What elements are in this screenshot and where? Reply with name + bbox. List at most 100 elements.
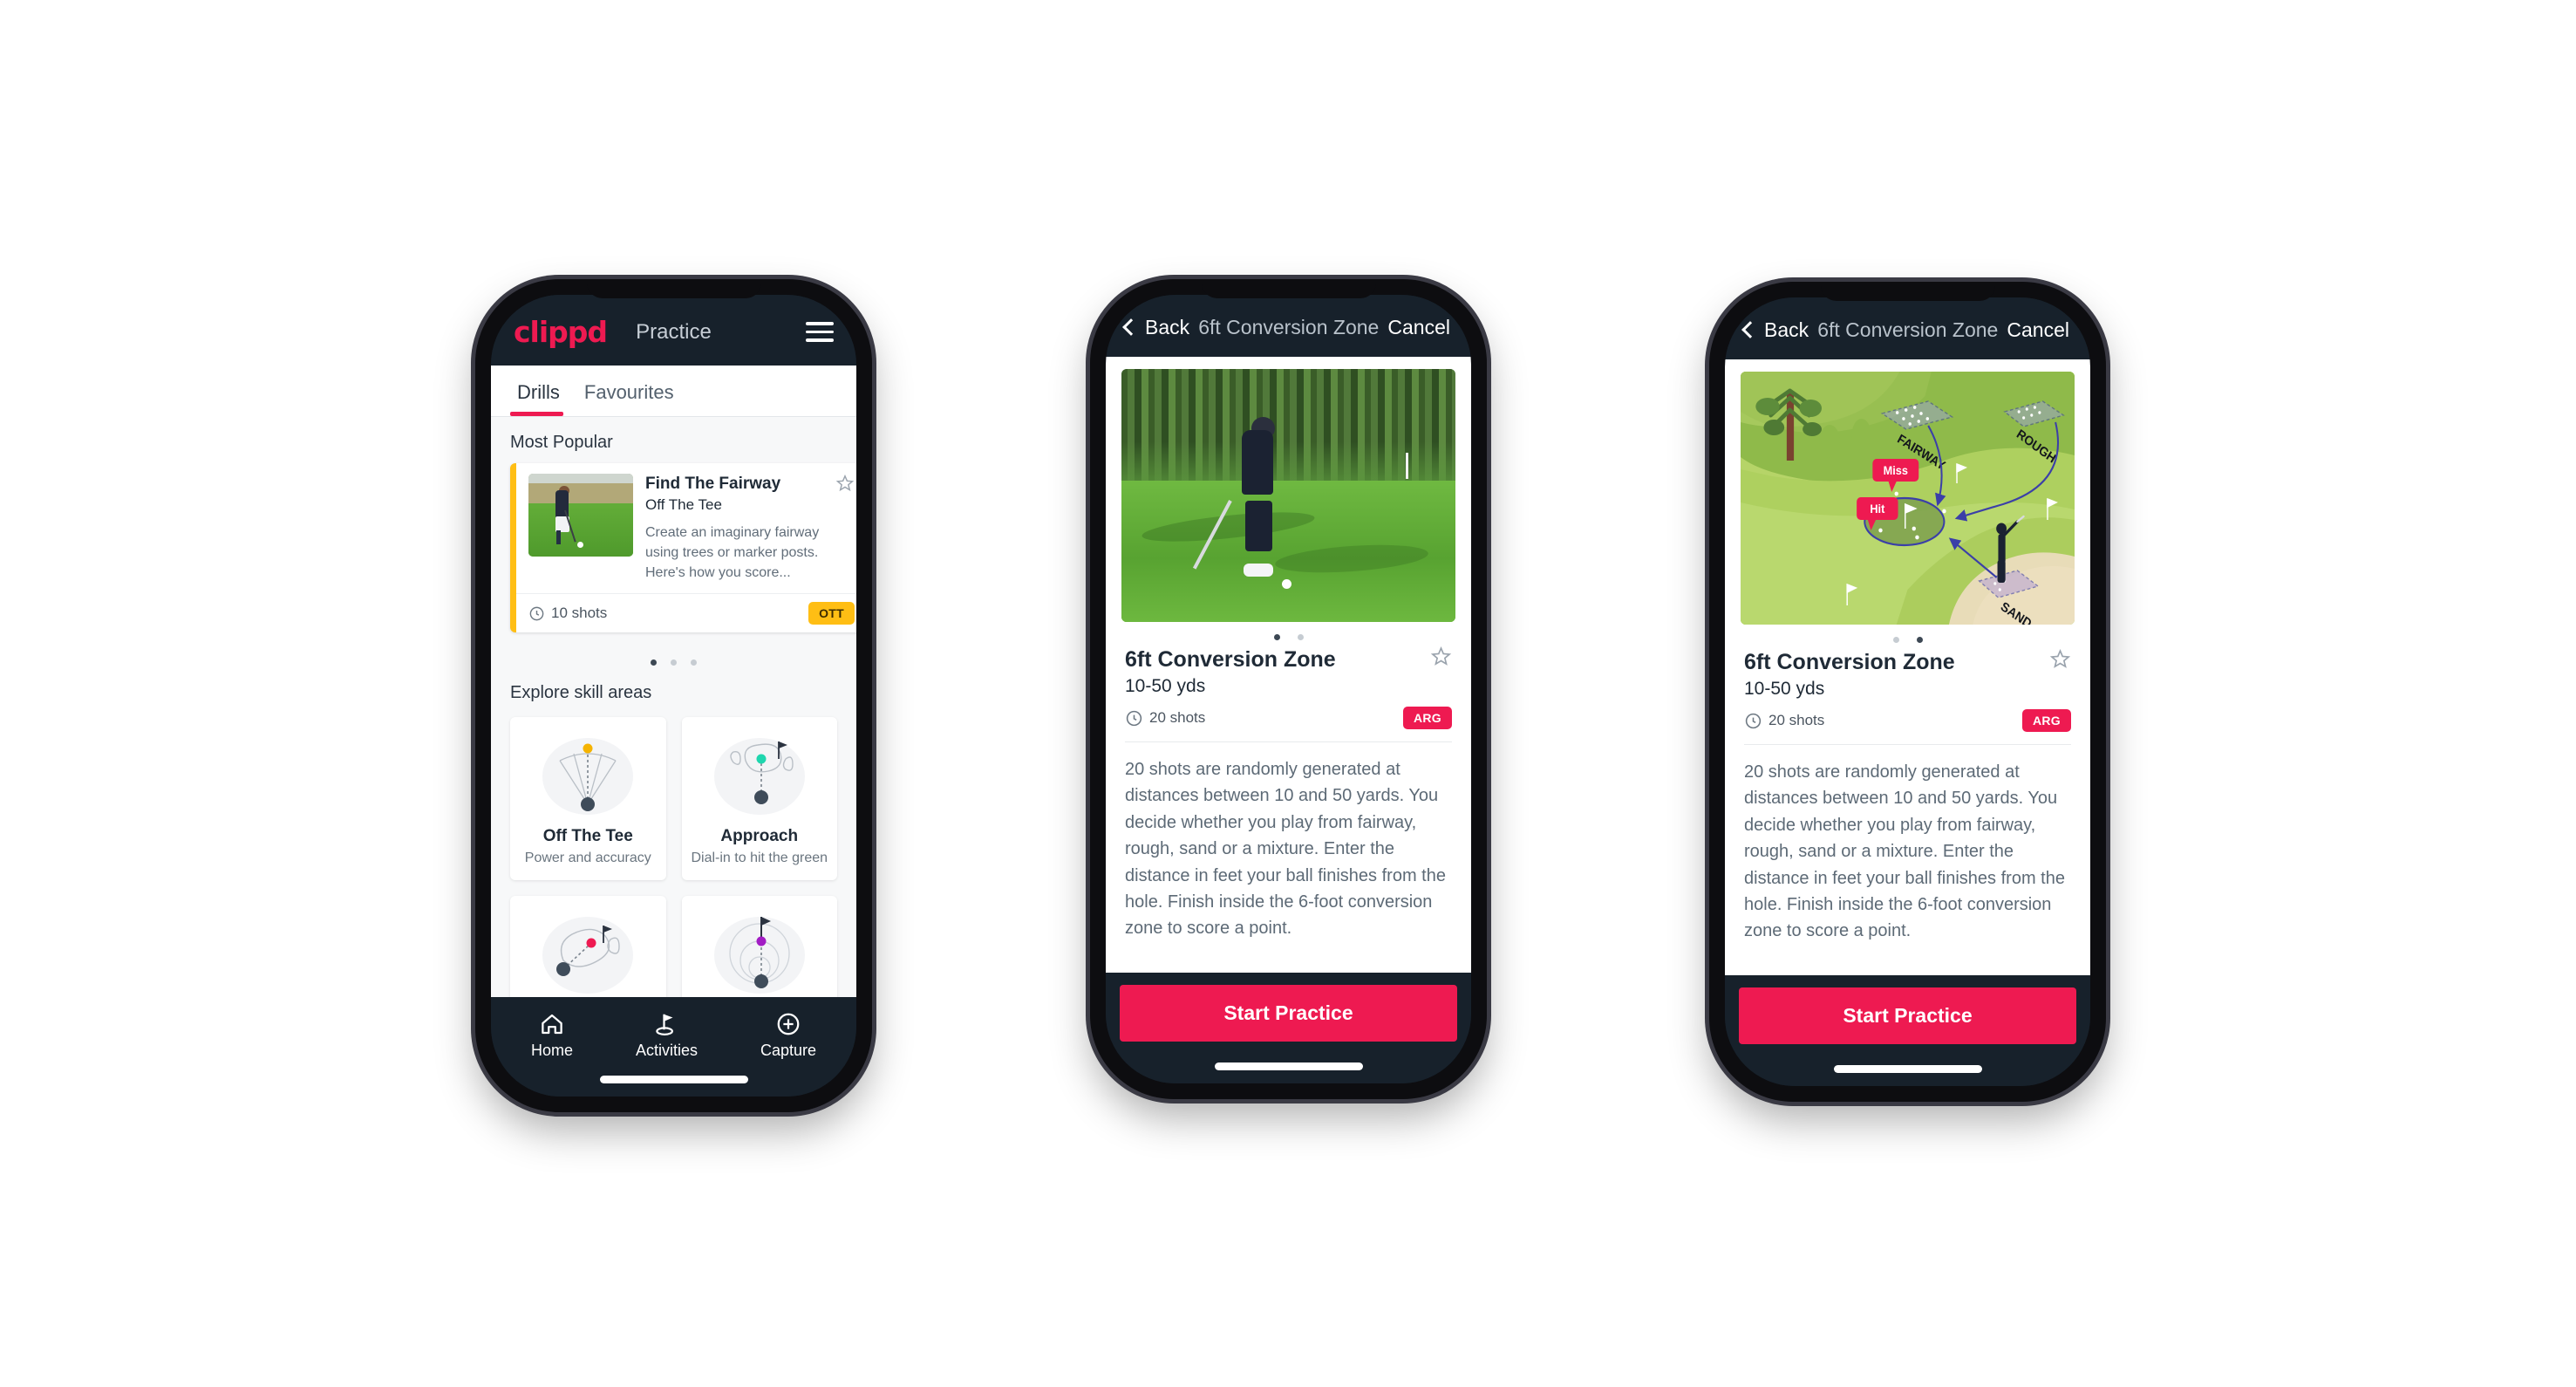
green-approach-icon — [691, 729, 829, 823]
clock-icon — [1745, 713, 1762, 728]
drill-shots-label: 20 shots — [1149, 709, 1206, 726]
putting-rings-icon — [691, 908, 829, 997]
device-notch — [586, 279, 761, 298]
drill-title: 6ft Conversion Zone — [1125, 647, 1336, 672]
clippd-logo: clippd — [514, 315, 608, 349]
drill-meta-row: 20 shots ARG — [1125, 707, 1452, 729]
detail-title: 6ft Conversion Zone — [1817, 318, 1999, 341]
popular-carousel[interactable]: Find The Fairway Off The Tee Create an i… — [491, 463, 856, 651]
home-indicator — [599, 1076, 748, 1083]
cancel-button[interactable]: Cancel — [1387, 316, 1450, 339]
phone1-screen: clippd Practice Drills Favourites Most P… — [491, 295, 856, 1097]
media-dots[interactable] — [1725, 625, 2090, 646]
device-notch — [1201, 279, 1376, 298]
media-dot-2[interactable] — [1297, 634, 1304, 640]
drill-detail-panel: 6ft Conversion Zone 10-50 yds 20 shots A… — [1106, 357, 1471, 973]
carousel-dot-3[interactable] — [691, 659, 697, 666]
media-dot-1[interactable] — [1892, 637, 1899, 643]
svg-text:Miss: Miss — [1884, 463, 1908, 477]
skill-card-putting[interactable]: Putting Make and lag practice — [681, 896, 837, 997]
app-header: clippd Practice — [491, 295, 856, 366]
svg-text:Hit: Hit — [1870, 502, 1885, 516]
back-button[interactable]: Back — [1122, 316, 1189, 339]
skill-badge-ott: OTT — [808, 602, 855, 625]
phone-mockup-practice: clippd Practice Drills Favourites Most P… — [475, 279, 872, 1112]
skill-card-title: Off The Tee — [542, 827, 633, 845]
golf-flag-icon — [656, 1014, 674, 1035]
detail-navbar: Back 6ft Conversion Zone Cancel — [1106, 295, 1471, 357]
skill-card-subtitle: Dial-in to hit the green — [691, 851, 828, 865]
course-diagram: FAIRWAY ROUGH SAND Miss Hit — [1741, 372, 2075, 625]
tab-drills[interactable]: Drills — [510, 366, 577, 416]
drill-description: Create an imaginary fairway using trees … — [645, 524, 820, 581]
phone2-screen: Back 6ft Conversion Zone Cancel 6ft Conv… — [1106, 295, 1471, 1083]
skill-card-subtitle: Power and accuracy — [524, 851, 651, 865]
drill-header: 6ft Conversion Zone 10-50 yds 20 shots A… — [1106, 644, 1471, 729]
tab-bar: Drills Favourites — [491, 366, 856, 417]
drill-description: 20 shots are randomly generated at dista… — [1125, 760, 1446, 939]
skill-card-off-the-tee[interactable]: Off The Tee Power and accuracy — [510, 717, 666, 880]
carousel-dots[interactable] — [491, 651, 856, 667]
media-dots[interactable] — [1106, 622, 1471, 644]
most-popular-heading: Most Popular — [510, 433, 613, 452]
skill-card-around-the-green[interactable]: Around The Green Hone your short game — [510, 896, 666, 997]
carousel-dot-1[interactable] — [651, 659, 657, 666]
drill-title: 6ft Conversion Zone — [1744, 650, 1955, 674]
explore-skill-areas-heading: Explore skill areas — [510, 683, 652, 702]
phone1-content: Most Popular Find The Fairway Off The Te… — [491, 417, 856, 997]
drill-shots: 20 shots — [1125, 709, 1205, 728]
clock-icon — [1126, 710, 1142, 726]
skill-badge-arg: ARG — [1402, 707, 1452, 729]
tee-fan-icon — [519, 729, 658, 823]
cancel-button[interactable]: Cancel — [2007, 318, 2069, 342]
drill-shots-label: 20 shots — [1768, 712, 1825, 728]
clock-icon — [529, 606, 544, 621]
skill-card-approach[interactable]: Approach Dial-in to hit the green — [681, 717, 837, 880]
drill-detail-panel: FAIRWAY ROUGH SAND Miss Hit 6ft Conversi… — [1725, 359, 2090, 975]
hamburger-icon[interactable] — [806, 322, 834, 342]
media-dot-1[interactable] — [1273, 634, 1280, 640]
home-indicator — [1833, 1065, 1982, 1073]
drill-yardage: 10-50 yds — [1744, 679, 1825, 699]
phone-mockup-drill-photo: Back 6ft Conversion Zone Cancel 6ft Conv… — [1090, 279, 1487, 1099]
start-practice-button[interactable]: Start Practice — [1739, 987, 2076, 1044]
nav-label-activities: Activities — [635, 1042, 698, 1059]
drill-shots: 10 shots — [528, 605, 607, 622]
drill-media-photo[interactable] — [1121, 369, 1455, 622]
drill-description: 20 shots are randomly generated at dista… — [1744, 762, 2065, 941]
star-outline-icon[interactable] — [1430, 646, 1452, 667]
drill-yardage: 10-50 yds — [1125, 676, 1206, 696]
chevron-left-icon — [1122, 318, 1140, 336]
home-icon — [542, 1014, 562, 1035]
star-outline-icon[interactable] — [2049, 648, 2071, 670]
detail-title: 6ft Conversion Zone — [1198, 316, 1380, 338]
media-dot-2[interactable] — [1916, 637, 1923, 643]
nav-item-home[interactable]: Home — [531, 1011, 573, 1060]
drill-shots: 20 shots — [1744, 712, 1824, 730]
drill-header: 6ft Conversion Zone 10-50 yds 20 shots A… — [1725, 646, 2090, 732]
screenshot-canvas: clippd Practice Drills Favourites Most P… — [0, 0, 2576, 1387]
drill-thumbnail — [528, 474, 633, 557]
back-label: Back — [1764, 318, 1809, 341]
detail-navbar: Back 6ft Conversion Zone Cancel — [1725, 297, 2090, 359]
nav-label-home: Home — [530, 1042, 573, 1059]
start-practice-button[interactable]: Start Practice — [1120, 985, 1457, 1042]
phone3-screen: Back 6ft Conversion Zone Cancel FAIRWAY … — [1725, 297, 2090, 1086]
nav-item-activities[interactable]: Activities — [636, 1011, 698, 1060]
back-button[interactable]: Back — [1741, 318, 1809, 342]
carousel-dot-2[interactable] — [671, 659, 677, 666]
star-outline-icon[interactable] — [835, 474, 855, 493]
chevron-left-icon — [1741, 321, 1759, 338]
nav-label-capture: Capture — [760, 1042, 816, 1059]
nav-item-capture[interactable]: Capture — [760, 1011, 816, 1060]
tab-favourites[interactable]: Favourites — [577, 366, 692, 416]
home-indicator — [1214, 1062, 1363, 1070]
skill-badge-arg: ARG — [2021, 709, 2071, 732]
drill-title: Find The Fairway — [645, 475, 781, 493]
plus-circle-icon — [777, 1013, 800, 1035]
phone-mockup-drill-diagram: Back 6ft Conversion Zone Cancel FAIRWAY … — [1709, 282, 2106, 1102]
drill-subtitle: Off The Tee — [645, 495, 722, 513]
drill-media-diagram[interactable]: FAIRWAY ROUGH SAND Miss Hit — [1741, 372, 2075, 625]
drill-card-find-the-fairway[interactable]: Find The Fairway Off The Tee Create an i… — [510, 463, 856, 633]
device-notch — [1820, 282, 1995, 301]
